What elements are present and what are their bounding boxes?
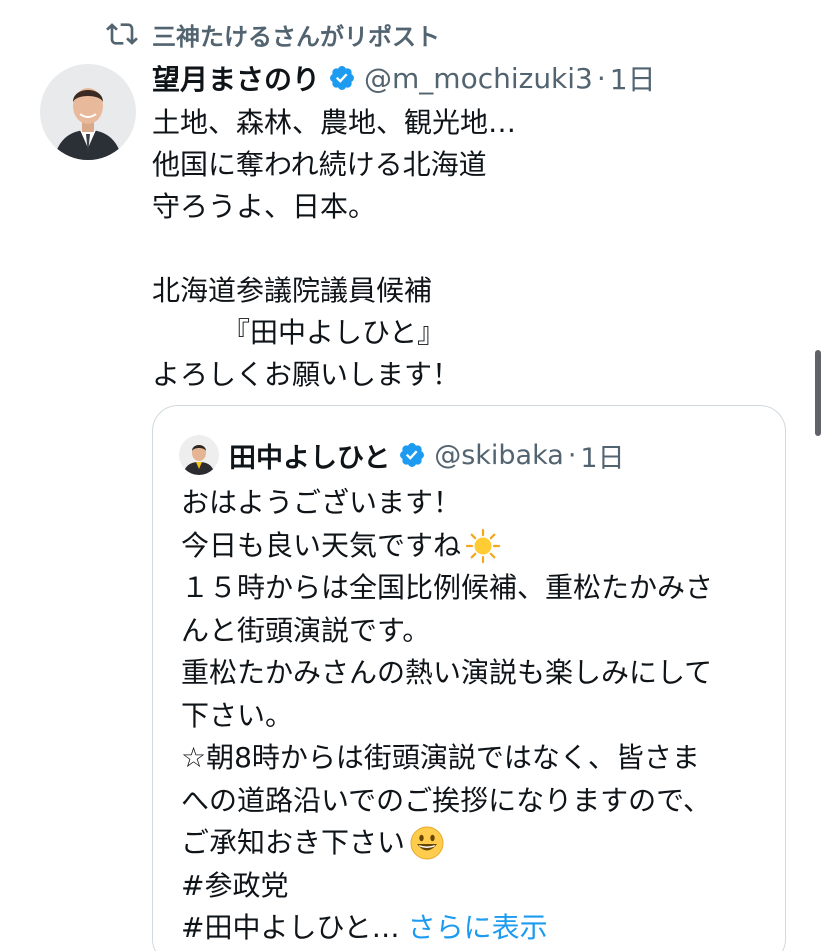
timestamp[interactable]: 1日: [610, 58, 656, 98]
tweet-header: 望月まさのり @m_mochizuki3 · 1日: [152, 56, 656, 100]
scrollbar[interactable]: [815, 350, 821, 436]
quote-line-text: おはようございます！: [181, 486, 462, 519]
hashtag: #参政党: [181, 868, 289, 902]
quoted-handle: @skibaka: [434, 439, 564, 471]
tweet-line: よろしくお願いします！: [152, 358, 461, 391]
quote-line-text: 重松たかみさんの熱い演説も楽しみにして: [181, 656, 713, 689]
separator-dot: ·: [567, 439, 577, 471]
quoted-tweet-text: おはようございます！ 今日も良い天気ですね １５時からは全国比例候補、重松たかみ…: [181, 482, 771, 950]
quoted-timestamp: 1日: [580, 442, 625, 474]
quoted-display-name: 田中よしひと: [229, 442, 391, 474]
smile-emoji-icon: [410, 826, 444, 860]
sun-emoji-icon: [465, 528, 501, 563]
quoted-avatar: [179, 435, 219, 475]
quote-line-text: ☆朝8時からは街頭演説ではなく、皆さま: [181, 741, 700, 774]
quote-line: #参政党: [181, 865, 771, 908]
quoted-tweet-card[interactable]: 田中よしひと @skibaka · 1日 おはようございます！ 今日も良い天気で…: [152, 405, 786, 951]
timeline-page: 三神たけるさんがリポスト 望月まさのり @m_mochizuki3 · 1日 土…: [0, 0, 828, 951]
quote-line-text: ご承知おき下さい: [181, 826, 406, 859]
display-name[interactable]: 望月まさのり: [152, 58, 320, 98]
quote-line-text: んと街頭演説です。: [181, 613, 431, 647]
hashtag: #田中よしひと…: [181, 911, 400, 944]
quote-line: おはようございます！: [181, 482, 771, 525]
verified-badge-icon[interactable]: [328, 64, 356, 92]
quote-line-text: 今日も良い天気ですね: [181, 528, 462, 562]
quote-line: １５時からは全国比例候補、重松たかみさ: [181, 567, 771, 610]
tweet-line: 守ろうよ、日本。: [152, 190, 377, 223]
tweet-line: 他国に奪われ続ける北海道: [152, 148, 487, 181]
avatar[interactable]: [40, 64, 136, 160]
quote-line: 今日も良い天気ですね: [181, 525, 771, 568]
tweet-line: 北海道参議院議員候補: [152, 274, 433, 307]
quote-line-text: 下さい。: [181, 698, 294, 732]
verified-badge-icon: [400, 443, 425, 467]
repost-icon: [106, 23, 138, 45]
quote-line: 下さい。: [181, 695, 771, 738]
handle[interactable]: @m_mochizuki3: [364, 62, 593, 95]
repost-label: 三神たけるさんがリポスト: [152, 22, 440, 51]
quote-line-text: １５時からは全国比例候補、重松たかみさ: [181, 571, 714, 604]
show-more-link[interactable]: さらに表示: [408, 907, 548, 950]
quote-line: ご承知おき下さい: [181, 822, 771, 865]
quote-line-text: への道路沿いでのご挨拶になりますので、: [181, 783, 712, 817]
quote-line: 重松たかみさんの熱い演説も楽しみにして: [181, 652, 771, 695]
quote-line: んと街頭演説です。: [181, 610, 771, 653]
tweet-text: 土地、森林、農地、観光地… 他国に奪われ続ける北海道 守ろうよ、日本。 北海道参…: [152, 102, 772, 396]
avatar-image: [40, 64, 136, 160]
quote-line: ☆朝8時からは街頭演説ではなく、皆さま: [181, 737, 771, 780]
tweet-line: 『田中よしひと』: [222, 316, 446, 349]
separator-dot: ·: [596, 61, 606, 95]
quoted-tweet-header: 田中よしひと @skibaka · 1日: [179, 434, 625, 476]
quote-line: #田中よしひと… さらに表示: [181, 907, 771, 950]
quote-line: への道路沿いでのご挨拶になりますので、: [181, 780, 771, 823]
tweet-line: 土地、森林、農地、観光地…: [152, 106, 517, 139]
repost-indicator[interactable]: 三神たけるさんがリポスト: [106, 14, 440, 54]
quoted-avatar-image: [179, 435, 219, 475]
